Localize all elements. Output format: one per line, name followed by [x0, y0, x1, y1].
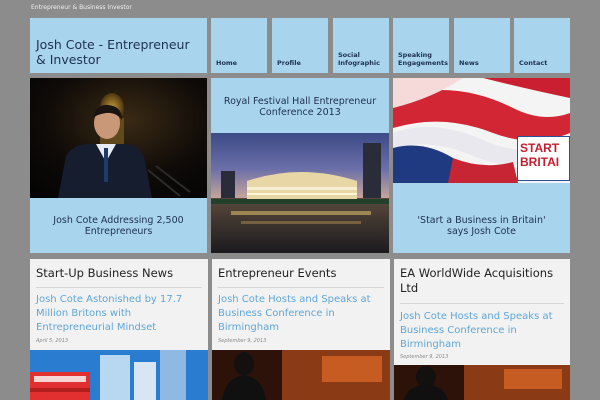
post-thumbnail[interactable] [30, 350, 208, 400]
featured-start-britain-caption[interactable]: 'Start a Business in Britain' says Josh … [393, 215, 570, 237]
post-title-link[interactable]: Josh Cote Hosts and Speaks at Business C… [218, 293, 384, 335]
nav-speaking-engagements[interactable]: Speaking Engagements [393, 18, 449, 73]
featured-tile-speaker[interactable]: Josh Cote Addressing 2,500 Entrepreneurs [30, 78, 207, 253]
speaker-photo [30, 78, 207, 198]
start-britain-sign: START BRITAI [517, 136, 570, 181]
column-start-up-business-news: Start-Up Business News Josh Cote Astonis… [30, 259, 208, 400]
start-britain-sign-text: START BRITAI [520, 141, 563, 169]
post-title-link[interactable]: Josh Cote Astonished by 17.7 Million Bri… [36, 293, 202, 335]
column-divider [400, 303, 564, 304]
column-heading[interactable]: Entrepreneur Events [218, 266, 336, 281]
post-thumbnail[interactable] [212, 350, 390, 400]
site-tagline: Entrepreneur & Business Investor [31, 4, 132, 11]
nav-speaking-engagements-label: Speaking Engagements [398, 51, 448, 67]
featured-tile-start-britain[interactable]: START BRITAI 'Start a Business in Britai… [393, 78, 570, 253]
post-date: September 9, 2013 [218, 338, 267, 344]
post-thumbnail[interactable] [394, 365, 570, 400]
nav-contact[interactable]: Contact [514, 18, 570, 73]
post-date: September 9, 2013 [400, 354, 449, 360]
column-entrepreneur-events: Entrepreneur Events Josh Cote Hosts and … [212, 259, 390, 400]
nav-social-infographic[interactable]: Social Infographic [333, 18, 389, 73]
nav-home[interactable]: Home [211, 18, 267, 73]
conference-speaker-image [212, 350, 390, 400]
nav-contact-label: Contact [519, 59, 548, 67]
nav-social-infographic-label: Social Infographic [338, 51, 380, 67]
nav-profile-label: Profile [277, 59, 301, 67]
post-title-link[interactable]: Josh Cote Hosts and Speaks at Business C… [400, 310, 564, 352]
column-heading[interactable]: Start-Up Business News [36, 266, 173, 281]
featured-tile-festival-hall[interactable]: Royal Festival Hall Entrepreneur Confere… [211, 78, 389, 253]
nav-home-label: Home [216, 59, 238, 67]
festival-hall-photo [211, 133, 389, 253]
nav-profile[interactable]: Profile [272, 18, 328, 73]
site-logo-tile[interactable]: Josh Cote - Entrepreneur & Investor [30, 18, 207, 73]
column-heading[interactable]: EA WorldWide Acquisitions Ltd [400, 266, 570, 296]
column-ea-worldwide-acquisitions: EA WorldWide Acquisitions Ltd Josh Cote … [394, 259, 570, 400]
post-date: April 5, 2013 [36, 338, 69, 344]
column-divider [218, 287, 384, 288]
city-bus-image [30, 350, 208, 400]
nav-news-label: News [459, 59, 479, 67]
column-divider [36, 287, 202, 288]
featured-festival-title[interactable]: Royal Festival Hall Entrepreneur Confere… [211, 96, 389, 118]
nav-news[interactable]: News [454, 18, 510, 73]
featured-speaker-caption[interactable]: Josh Cote Addressing 2,500 Entrepreneurs [30, 215, 207, 237]
site-title[interactable]: Josh Cote - Entrepreneur & Investor [36, 37, 201, 67]
start-britain-photo: START BRITAI [393, 78, 570, 183]
conference-speaker-image [394, 365, 570, 400]
